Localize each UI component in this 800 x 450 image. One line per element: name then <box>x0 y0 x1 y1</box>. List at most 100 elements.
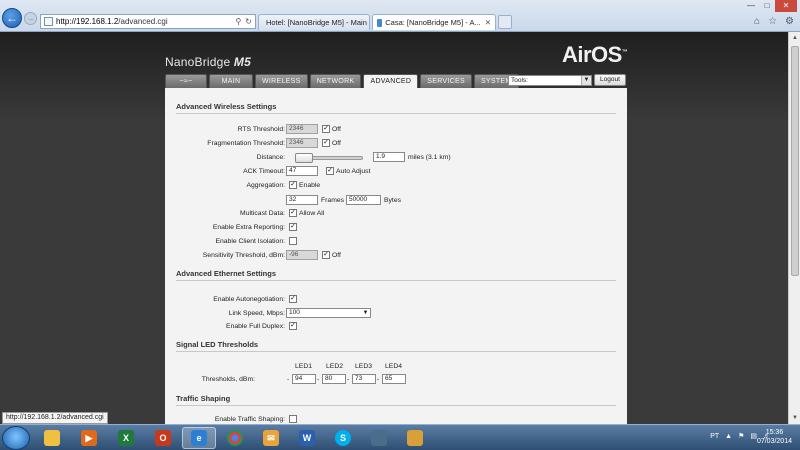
led2-threshold-input[interactable]: 80 <box>322 374 346 384</box>
refresh-icon[interactable]: ↻ <box>245 17 252 26</box>
tab-hotel[interactable]: Hotel: [NanoBridge M5] - Main <box>258 14 370 30</box>
distance-slider[interactable] <box>295 153 363 163</box>
minimize-icon[interactable]: — <box>743 0 759 12</box>
divider <box>176 280 616 281</box>
scroll-thumb[interactable] <box>791 46 799 276</box>
vertical-scrollbar[interactable]: ▲ ▼ <box>788 32 800 424</box>
autoneg-checkbox[interactable]: ✓ <box>289 295 297 303</box>
tools-select-value: Tools: <box>511 77 528 84</box>
thresholds-label: Thresholds, dBm: <box>201 376 255 383</box>
address-bar[interactable]: http://192.168.1.2/advanced.cgi ⚲ ↻ <box>40 14 256 29</box>
rts-threshold-input[interactable]: 2346 <box>286 124 318 134</box>
flag-icon[interactable]: ⚑ <box>738 432 744 440</box>
web-page: NanoBridge M5 AirOS™ ~≈~ MAIN WIRELESS N… <box>0 32 788 424</box>
brand-logo: NanoBridge M5 <box>165 55 251 69</box>
window-icon <box>371 430 387 446</box>
client-isolation-checkbox[interactable] <box>289 237 297 245</box>
search-icon[interactable]: ⚲ <box>235 17 241 26</box>
ubnt-logo-tab[interactable]: ~≈~ <box>165 74 207 88</box>
tray-expand-icon[interactable]: ▲ <box>725 433 732 440</box>
settings-gear-icon[interactable]: ⚙ <box>785 16 794 27</box>
extra-reporting-checkbox[interactable]: ✓ <box>289 223 297 231</box>
tab-favicon-icon <box>377 18 383 27</box>
led1-threshold-input[interactable]: 94 <box>292 374 316 384</box>
distance-unit: miles (3.1 km) <box>408 154 451 161</box>
new-tab-button[interactable] <box>498 15 512 29</box>
taskbar-app[interactable] <box>398 427 432 449</box>
led4-header: LED4 <box>385 363 403 370</box>
logout-button[interactable]: Logout <box>594 74 626 86</box>
home-icon[interactable]: ⌂ <box>754 16 760 27</box>
aggregation-frames-input[interactable]: 32 <box>286 195 318 205</box>
rts-off-checkbox[interactable]: ✓ <box>322 125 330 133</box>
folder-icon <box>44 430 60 446</box>
taskbar-app[interactable]: S <box>326 427 360 449</box>
taskbar-app[interactable]: X <box>109 427 143 449</box>
settings-panel: Advanced Wireless Settings RTS Threshold… <box>165 88 627 424</box>
frag-threshold-input[interactable]: 2346 <box>286 138 318 148</box>
close-window-icon[interactable]: ✕ <box>775 0 797 12</box>
scroll-down-icon[interactable]: ▼ <box>789 412 800 424</box>
internet-explorer-icon: e <box>191 430 207 446</box>
taskbar-app[interactable]: e <box>182 427 216 449</box>
window-controls: — □ ✕ <box>743 0 797 12</box>
tab-services[interactable]: SERVICES <box>420 74 472 88</box>
traffic-shaping-label: Enable Traffic Shaping: <box>214 416 285 423</box>
tools-select[interactable]: Tools: ▼ <box>508 75 592 86</box>
multicast-allow-label: Allow All <box>299 210 325 217</box>
slider-handle[interactable] <box>295 153 313 163</box>
multicast-checkbox[interactable]: ✓ <box>289 209 297 217</box>
full-duplex-checkbox[interactable]: ✓ <box>289 322 297 330</box>
tab-network[interactable]: NETWORK <box>309 74 362 88</box>
tab-wireless[interactable]: WIRELESS <box>255 74 308 88</box>
taskbar-app[interactable]: ▶ <box>72 427 106 449</box>
frames-label: Frames <box>321 197 345 204</box>
led4-threshold-input[interactable]: 65 <box>382 374 406 384</box>
forward-button[interactable]: → <box>24 12 37 25</box>
taskbar-app[interactable] <box>35 427 69 449</box>
link-speed-select[interactable]: 100 ▼ <box>286 308 371 318</box>
taskbar-app[interactable] <box>362 427 396 449</box>
favorites-icon[interactable]: ☆ <box>768 16 777 27</box>
frag-off-label: Off <box>332 140 341 147</box>
tab-advanced[interactable]: ADVANCED <box>363 74 419 88</box>
divider <box>176 113 616 114</box>
divider <box>176 405 616 406</box>
tab-main[interactable]: MAIN <box>209 74 253 88</box>
ack-auto-checkbox[interactable]: ✓ <box>326 167 334 175</box>
taskbar-app[interactable]: ✉ <box>254 427 288 449</box>
start-button[interactable] <box>2 426 30 450</box>
distance-input[interactable]: 1.9 <box>373 152 405 162</box>
close-tab-icon[interactable]: ✕ <box>485 18 491 27</box>
word-icon: W <box>299 430 315 446</box>
traffic-shaping-checkbox[interactable] <box>289 415 297 423</box>
taskbar-app[interactable]: O <box>146 427 180 449</box>
main-nav: ~≈~ MAIN WIRELESS NETWORK ADVANCED SERVI… <box>165 74 519 88</box>
aggregation-bytes-input[interactable]: 50000 <box>346 195 381 205</box>
minus-sign: - <box>317 376 320 383</box>
sensitivity-input[interactable]: -96 <box>286 250 318 260</box>
link-speed-value: 100 <box>289 309 300 316</box>
language-indicator[interactable]: PT <box>710 433 719 440</box>
frag-off-checkbox[interactable]: ✓ <box>322 139 330 147</box>
link-speed-label: Link Speed, Mbps: <box>228 310 285 317</box>
aggregation-enable-label: Enable <box>299 182 321 189</box>
ack-timeout-input[interactable]: 47 <box>286 166 318 176</box>
clock[interactable]: 15:36 07/03/2014 <box>757 428 792 446</box>
led3-header: LED3 <box>355 363 373 370</box>
excel-icon: X <box>118 430 134 446</box>
taskbar-app[interactable] <box>218 427 252 449</box>
maximize-icon[interactable]: □ <box>759 0 775 12</box>
chevron-down-icon: ▼ <box>362 310 369 316</box>
chevron-down-icon: ▼ <box>581 76 591 85</box>
skype-icon: S <box>335 430 351 446</box>
aggregation-checkbox[interactable]: ✓ <box>289 181 297 189</box>
back-button[interactable]: ← <box>2 8 22 28</box>
chrome-icon <box>227 430 243 446</box>
scroll-up-icon[interactable]: ▲ <box>789 32 800 44</box>
taskbar-app[interactable]: W <box>290 427 324 449</box>
led3-threshold-input[interactable]: 73 <box>352 374 376 384</box>
ack-timeout-label: ACK Timeout: <box>243 168 285 175</box>
sensitivity-off-checkbox[interactable]: ✓ <box>322 251 330 259</box>
tab-casa[interactable]: Casa: [NanoBridge M5] - A... ✕ <box>372 14 496 30</box>
